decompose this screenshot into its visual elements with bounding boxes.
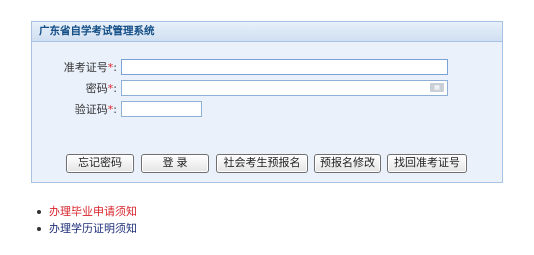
- colon: :: [113, 61, 117, 74]
- exam-no-label-text: 准考证号: [63, 61, 108, 74]
- captcha-label-text: 验证码: [74, 103, 108, 116]
- exam-no-label: 准考证号*:: [32, 59, 117, 75]
- login-panel: 广东省自学考试管理系统 准考证号*: 密码*: ▦ 验证码*: 忘记密码 登 录…: [31, 21, 503, 183]
- password-label: 密码*:: [32, 80, 117, 96]
- keyboard-icon[interactable]: ▦: [430, 83, 444, 92]
- social-prereg-button[interactable]: 社会考生预报名: [216, 154, 308, 173]
- captcha-row: 验证码*:: [32, 101, 202, 117]
- login-button[interactable]: 登 录: [141, 154, 209, 173]
- captcha-input[interactable]: [121, 101, 202, 117]
- colon: :: [113, 103, 117, 116]
- retrieve-exam-no-button[interactable]: 找回准考证号: [387, 154, 467, 173]
- bullet-icon: [37, 210, 41, 214]
- exam-no-input[interactable]: [121, 59, 448, 75]
- captcha-label: 验证码*:: [32, 101, 117, 117]
- list-item: 办理毕业申请须知: [35, 203, 137, 220]
- password-row: 密码*: ▦: [32, 80, 448, 96]
- list-item: 办理学历证明须知: [35, 220, 137, 237]
- exam-no-row: 准考证号*:: [32, 59, 448, 75]
- prereg-modify-button[interactable]: 预报名修改: [314, 154, 381, 173]
- diploma-proof-notice-link[interactable]: 办理学历证明须知: [49, 222, 137, 235]
- panel-title: 广东省自学考试管理系统: [32, 22, 502, 42]
- forgot-password-button[interactable]: 忘记密码: [66, 154, 134, 173]
- button-bar: 忘记密码 登 录 社会考生预报名 预报名修改 找回准考证号: [66, 154, 467, 173]
- bullet-icon: [37, 227, 41, 231]
- notice-links: 办理毕业申请须知 办理学历证明须知: [35, 203, 137, 237]
- graduation-notice-link[interactable]: 办理毕业申请须知: [49, 205, 137, 218]
- colon: :: [113, 82, 117, 95]
- password-input[interactable]: [121, 80, 448, 96]
- password-wrap: ▦: [121, 80, 448, 96]
- password-label-text: 密码: [85, 82, 108, 95]
